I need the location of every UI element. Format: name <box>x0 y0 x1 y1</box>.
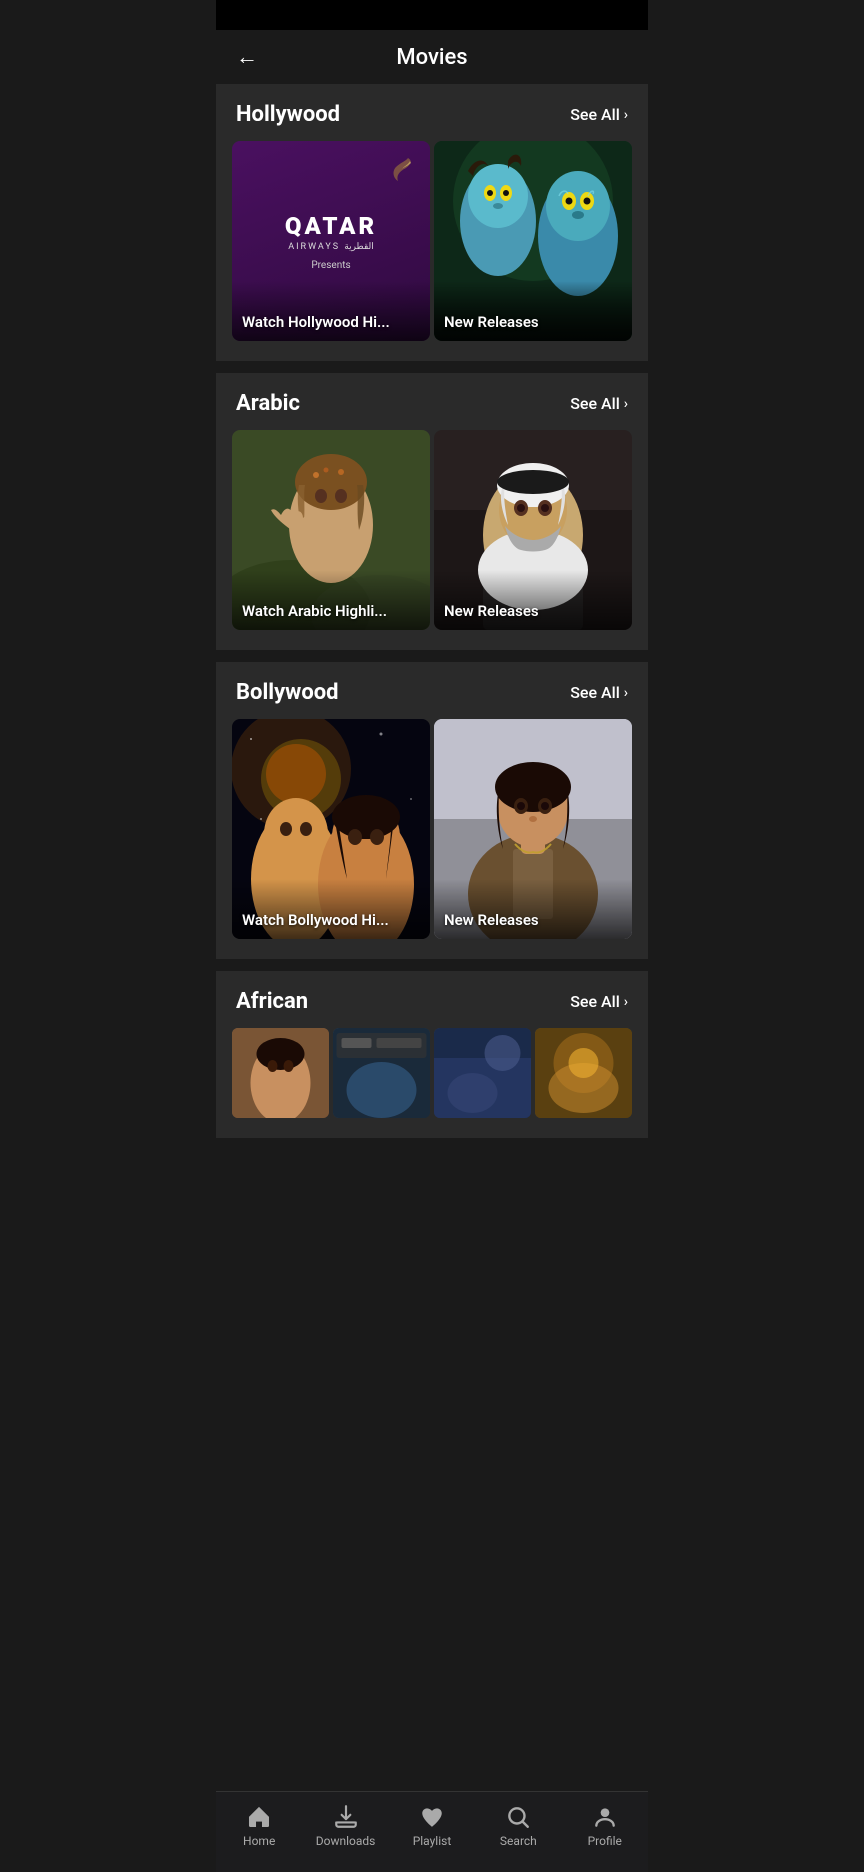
bollywood-new-releases-label: New Releases <box>444 911 539 929</box>
arabic-new-releases-label: New Releases <box>444 602 539 620</box>
african-title: African <box>236 989 308 1014</box>
hollywood-card-qatar[interactable]: QATAR AIRWAYS القطرية Presents Watch Hol… <box>232 141 430 341</box>
download-icon <box>333 1804 359 1830</box>
hollywood-see-all[interactable]: See All › <box>570 105 628 124</box>
bollywood-scene-1 <box>232 719 430 939</box>
avatar-card-label: New Releases <box>444 313 539 331</box>
bollywood-highlights-label: Watch Bollywood Hi... <box>242 911 389 929</box>
arabic-title: Arabic <box>236 391 300 416</box>
african-see-all[interactable]: See All › <box>570 992 628 1011</box>
downloads-label: Downloads <box>316 1834 376 1848</box>
hollywood-card-new-releases[interactable]: New Releases <box>434 141 632 341</box>
avatar-bg: New Releases <box>434 141 632 341</box>
profile-label: Profile <box>588 1834 622 1848</box>
bollywood-section: Bollywood See All › <box>216 662 648 959</box>
qatar-bird-icon <box>378 153 418 197</box>
qatar-logo-text: QATAR <box>285 212 377 240</box>
arabic-section-header: Arabic See All › <box>216 373 648 430</box>
search-icon <box>505 1804 531 1830</box>
bottom-navigation: Home Downloads Playlist Search Profile <box>216 1791 648 1872</box>
search-label: Search <box>500 1834 537 1848</box>
african-see-all-arrow: › <box>624 994 628 1010</box>
qatar-presents-text: Presents <box>285 260 377 271</box>
arabic-highlights-label: Watch Arabic Highli... <box>242 602 387 620</box>
heart-icon <box>419 1804 445 1830</box>
african-card-2[interactable] <box>333 1028 430 1118</box>
bollywood-see-all-arrow: › <box>624 685 628 701</box>
see-all-arrow-icon: › <box>624 107 628 123</box>
arabic-see-all-arrow: › <box>624 396 628 412</box>
hollywood-title: Hollywood <box>236 102 340 127</box>
african-card-4[interactable] <box>535 1028 632 1118</box>
nav-item-home[interactable]: Home <box>227 1804 291 1848</box>
african-grid <box>216 1028 648 1118</box>
qatar-airways-text: AIRWAYS القطرية <box>285 242 377 252</box>
back-button[interactable]: ← <box>236 44 258 70</box>
hollywood-grid: QATAR AIRWAYS القطرية Presents Watch Hol… <box>216 141 648 341</box>
nav-item-downloads[interactable]: Downloads <box>314 1804 378 1848</box>
bollywood-grid: Watch Bollywood Hi... <box>216 719 648 939</box>
hollywood-section-header: Hollywood See All › <box>216 84 648 141</box>
qatar-card-label: Watch Hollywood Hi... <box>242 313 390 331</box>
qatar-bg: QATAR AIRWAYS القطرية Presents Watch Hol… <box>232 141 430 341</box>
bollywood-section-header: Bollywood See All › <box>216 662 648 719</box>
bollywood-card-new-releases[interactable]: New Releases <box>434 719 632 939</box>
hollywood-section: Hollywood See All › QATAR AIRWAYS القطري… <box>216 84 648 361</box>
bollywood-title: Bollywood <box>236 680 339 705</box>
african-card-1[interactable] <box>232 1028 329 1118</box>
african-card-3[interactable] <box>434 1028 531 1118</box>
nav-item-profile[interactable]: Profile <box>573 1804 637 1848</box>
page-title: Movies <box>396 45 467 70</box>
nav-item-search[interactable]: Search <box>486 1804 550 1848</box>
arabic-scene-2 <box>434 430 632 630</box>
home-icon <box>246 1804 272 1830</box>
bollywood-card-highlights[interactable]: Watch Bollywood Hi... <box>232 719 430 939</box>
bollywood-see-all[interactable]: See All › <box>570 683 628 702</box>
nav-item-playlist[interactable]: Playlist <box>400 1804 464 1848</box>
arabic-card-highlights[interactable]: Watch Arabic Highli... <box>232 430 430 630</box>
bollywood-scene-2 <box>434 719 632 939</box>
arabic-section: Arabic See All › <box>216 373 648 650</box>
arabic-card-new-releases[interactable]: New Releases <box>434 430 632 630</box>
home-label: Home <box>243 1834 275 1848</box>
african-section: African See All › <box>216 971 648 1138</box>
arabic-see-all[interactable]: See All › <box>570 394 628 413</box>
profile-icon <box>592 1804 618 1830</box>
header: ← Movies <box>216 30 648 84</box>
status-bar <box>216 0 648 30</box>
arabic-grid: Watch Arabic Highli... <box>216 430 648 630</box>
playlist-label: Playlist <box>413 1834 452 1848</box>
african-section-header: African See All › <box>216 971 648 1028</box>
arabic-scene-1 <box>232 430 430 630</box>
